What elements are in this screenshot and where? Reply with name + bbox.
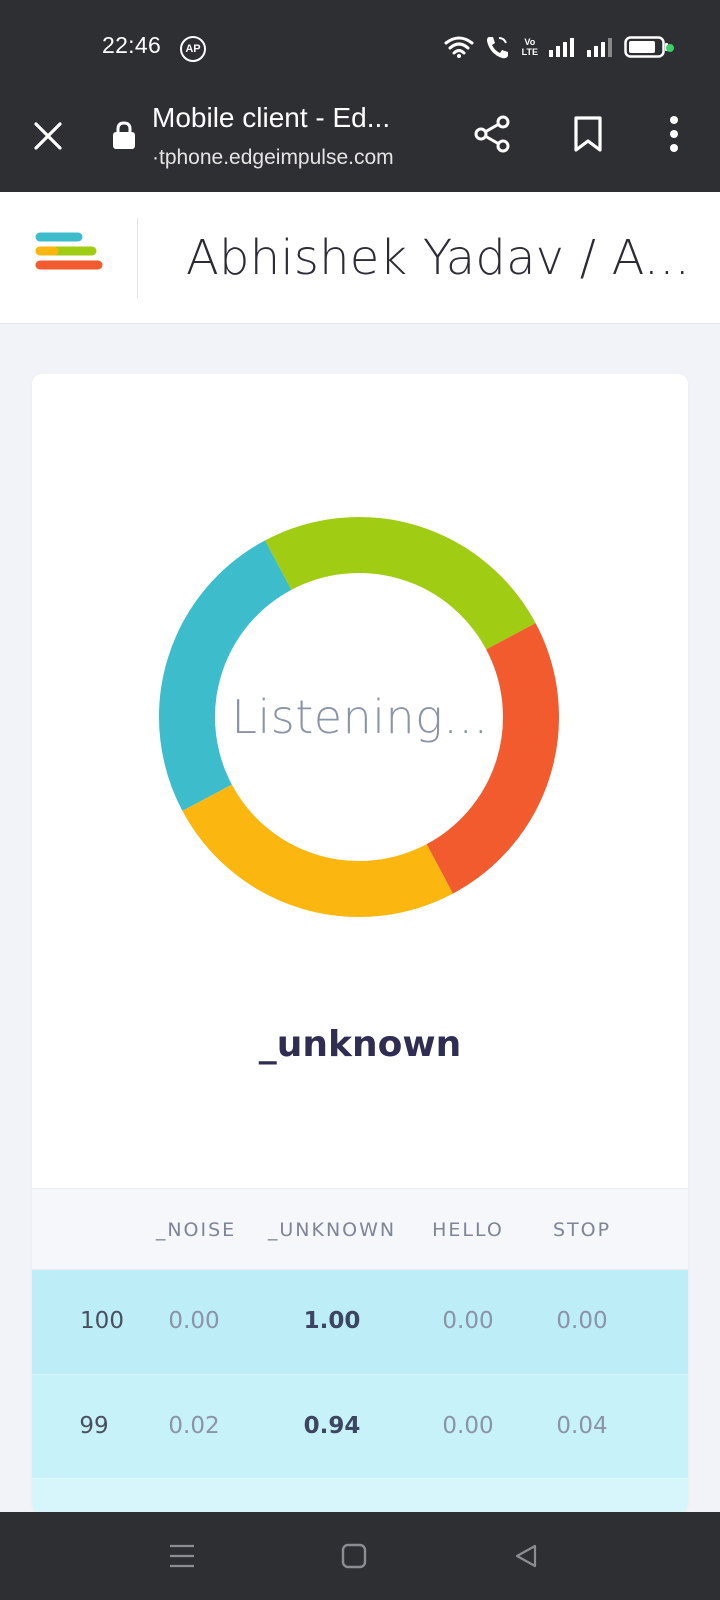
donut-segment-green [265, 517, 536, 650]
bookmark-button[interactable] [566, 112, 610, 156]
signal-2-icon [587, 38, 612, 57]
project-title[interactable]: Abhishek Yadav / A... [186, 230, 690, 286]
donut-segment-red [426, 623, 559, 894]
column-header-hello: HELLO [432, 1219, 504, 1241]
cell-noise: 0.00 [168, 1308, 220, 1334]
classifier-card: Listening... _unknown _NOISE _UNKNOWN HE… [32, 374, 688, 1514]
app-header: Abhishek Yadav / A... [0, 192, 720, 324]
status-icons: Vo LTE [444, 30, 670, 64]
row-index: 99 [79, 1413, 109, 1439]
signal-1-icon [549, 38, 574, 57]
page-title: Mobile client - Ed... [152, 102, 391, 133]
cell-unknown: 1.00 [303, 1308, 361, 1334]
wifi-icon [444, 36, 474, 58]
more-vert-icon [670, 116, 678, 152]
cell-unknown: 0.94 [303, 1413, 361, 1439]
donut-segment-teal [159, 540, 292, 811]
ap-badge-icon: AP [180, 36, 206, 62]
share-icon [474, 115, 510, 153]
header-divider [137, 218, 138, 298]
share-button[interactable] [470, 112, 514, 156]
back-icon [515, 1544, 537, 1568]
volte-icon: Vo LTE [521, 37, 538, 57]
close-button[interactable] [28, 116, 68, 156]
home-icon [341, 1543, 367, 1569]
table-row: 100 0.00 1.00 0.00 0.00 [32, 1270, 688, 1374]
classification-result: _unknown [258, 1024, 462, 1065]
status-bar: 22:46 AP Vo LTE [0, 0, 720, 92]
status-time: 22:46 [102, 32, 162, 58]
close-icon [34, 122, 62, 150]
table-row-partial [32, 1478, 688, 1514]
recent-apps-icon [170, 1544, 194, 1568]
listening-label: Listening... [231, 690, 489, 744]
results-table-header: _NOISE _UNKNOWN HELLO STOP [32, 1188, 688, 1270]
donut-segment-yellow [182, 784, 453, 917]
url-text[interactable]: ·tphone.edgeimpulse.com [152, 146, 394, 170]
lock-icon[interactable] [110, 120, 138, 150]
cell-stop: 0.00 [556, 1308, 608, 1334]
column-header-noise: _NOISE [155, 1219, 237, 1241]
more-options-button[interactable] [656, 112, 692, 156]
privacy-indicator [666, 44, 674, 52]
cell-hello: 0.00 [442, 1308, 494, 1334]
back-button[interactable] [504, 1534, 548, 1578]
home-button[interactable] [332, 1534, 376, 1578]
row-index: 100 [80, 1308, 124, 1334]
cell-stop: 0.04 [556, 1413, 608, 1439]
bookmark-icon [574, 116, 602, 152]
edge-impulse-logo[interactable] [34, 230, 104, 278]
column-header-unknown: _UNKNOWN [267, 1219, 397, 1241]
cell-noise: 0.02 [168, 1413, 220, 1439]
recent-apps-button[interactable] [160, 1534, 204, 1578]
system-nav-bar [0, 1512, 720, 1600]
battery-icon [624, 36, 668, 58]
browser-toolbar: Mobile client - Ed... ·tphone.edgeimpuls… [0, 92, 720, 192]
wifi-call-icon [486, 37, 508, 59]
table-row: 99 0.02 0.94 0.00 0.04 [32, 1374, 688, 1478]
column-header-stop: STOP [552, 1219, 612, 1241]
cell-hello: 0.00 [442, 1413, 494, 1439]
